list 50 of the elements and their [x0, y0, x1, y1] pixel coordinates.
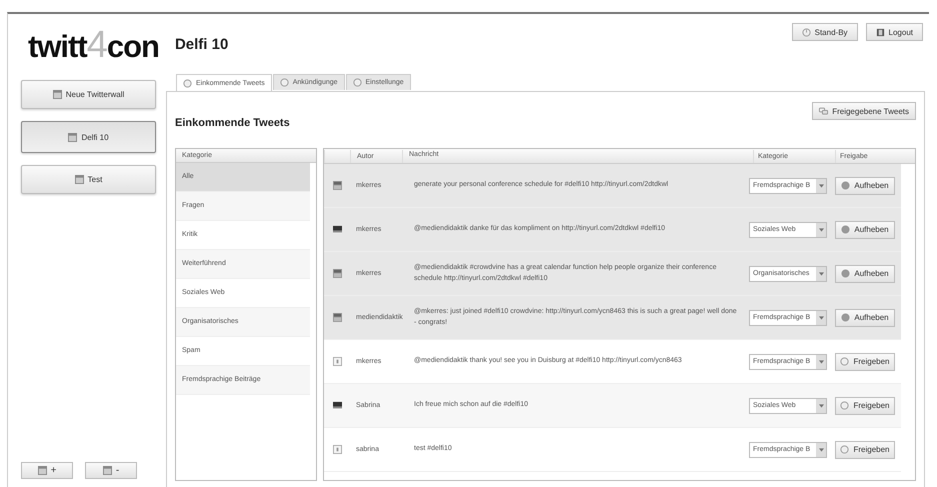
circle-icon: [183, 79, 192, 88]
dot-icon: [841, 313, 850, 322]
dot-icon: [841, 269, 850, 278]
window-icon: [74, 175, 84, 184]
approval-button[interactable]: Freigeben: [835, 352, 895, 370]
avatar-icon: [332, 269, 342, 278]
avatar-icon: [332, 313, 342, 322]
circle-icon: [840, 401, 850, 410]
door-icon: [876, 28, 885, 36]
caret-icon: [818, 404, 824, 408]
caret-icon: [818, 228, 824, 232]
avatar-icon: [332, 181, 342, 190]
avatar-icon: [332, 445, 342, 454]
power-icon: [802, 28, 811, 36]
caret-icon: [818, 272, 824, 276]
approved-tweets-button[interactable]: Freigegebene Tweets: [812, 102, 916, 120]
page-title: Delfi 10: [174, 36, 228, 53]
sidebar-item[interactable]: Test: [21, 165, 156, 194]
caret-icon: [818, 184, 824, 188]
avatar-icon: [332, 401, 342, 410]
header-button[interactable]: Stand-By: [792, 23, 858, 41]
header-button[interactable]: Logout: [866, 23, 923, 41]
circle-icon: [280, 78, 289, 87]
caret-icon: [818, 316, 824, 320]
avatar-icon: [332, 357, 342, 366]
app-logo: twitt4con: [28, 26, 159, 64]
window-icon: [52, 90, 62, 99]
avatar-icon: [332, 225, 342, 234]
dot-icon: [841, 225, 850, 234]
window-icon: [38, 466, 47, 475]
window-icon: [68, 132, 78, 142]
caret-icon: [818, 448, 824, 452]
window-icon: [102, 466, 112, 475]
approval-button[interactable]: Freigeben: [835, 396, 895, 414]
sidebar-item[interactable]: Neue Twitterwall: [21, 80, 156, 109]
approval-button[interactable]: Aufheben: [835, 264, 895, 282]
approval-button[interactable]: Aufheben: [835, 176, 895, 194]
approval-button[interactable]: Freigeben: [835, 440, 895, 458]
sidebar-item[interactable]: Delfi 10: [21, 121, 156, 153]
circle-icon: [840, 357, 850, 366]
caret-icon: [818, 360, 824, 364]
sidebar-footer-button[interactable]: +: [21, 462, 73, 479]
approval-button[interactable]: Aufheben: [835, 308, 895, 326]
speech-bubbles-icon: [819, 106, 828, 116]
circle-icon: [352, 78, 362, 87]
approval-button[interactable]: Aufheben: [835, 220, 895, 238]
dot-icon: [841, 181, 850, 190]
sidebar-footer-button[interactable]: -: [85, 462, 137, 479]
panel-heading: Einkommende Tweets: [175, 117, 290, 129]
circle-icon: [840, 445, 850, 454]
